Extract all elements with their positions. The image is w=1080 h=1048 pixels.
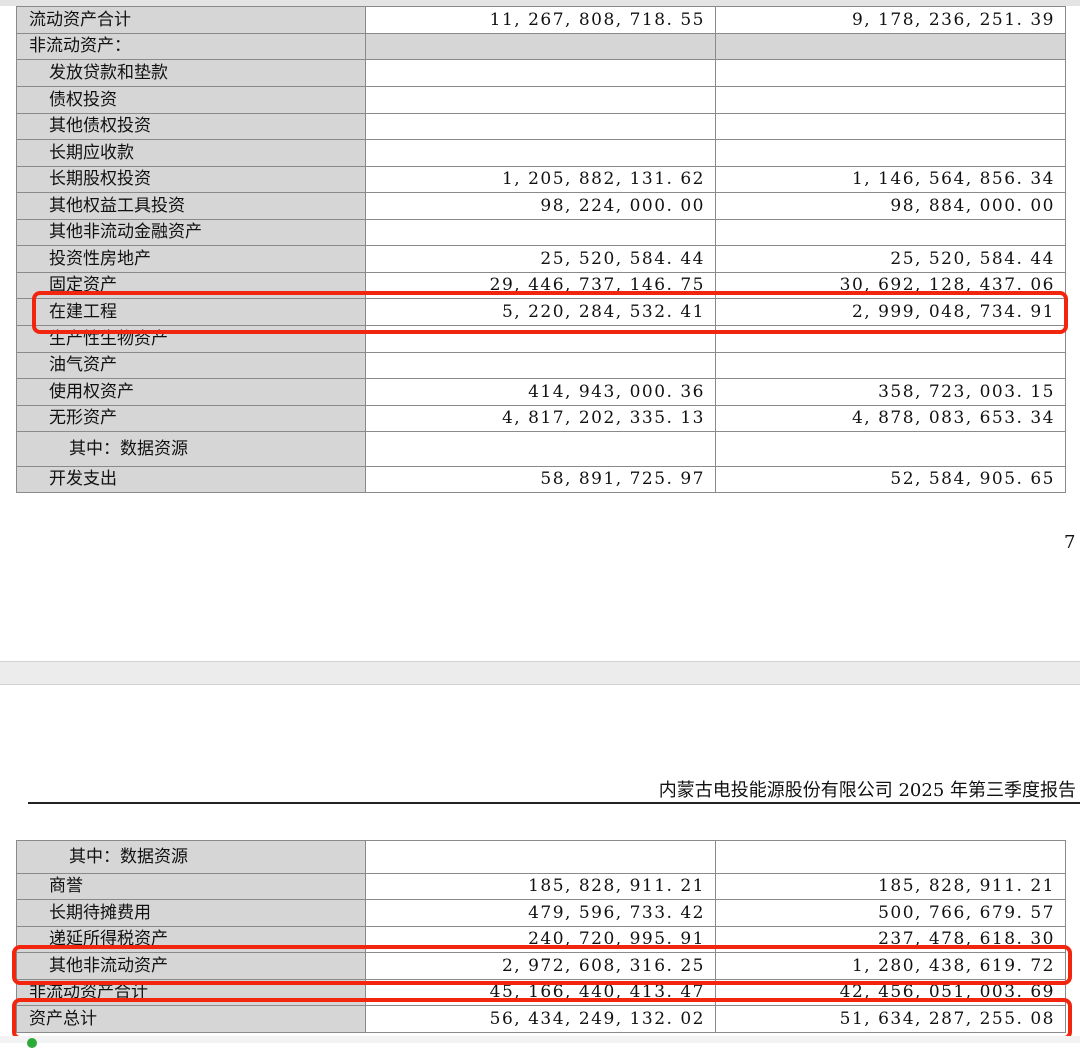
current-period-value (365, 86, 716, 114)
header-rule (28, 802, 1080, 804)
current-period-value (365, 840, 716, 874)
table-row: 使用权资产 414, 943, 000. 36 358, 723, 003. 15 (16, 378, 1066, 406)
table-row: 其他债权投资 (16, 113, 1066, 140)
previous-period-value (715, 431, 1066, 467)
table-row: 无形资产 4, 817, 202, 335. 13 4, 878, 083, 653… (16, 405, 1066, 432)
current-period-value: 11, 267, 808, 718. 55 (365, 6, 716, 34)
current-period-value (365, 59, 716, 87)
row-label: 其中：数据资源 (16, 431, 366, 467)
table-row: 债权投资 (16, 86, 1066, 114)
row-label: 其他非流动金融资产 (16, 219, 366, 246)
highlight-other-non-current-assets (12, 945, 1072, 985)
row-label: 开发支出 (16, 466, 366, 493)
previous-period-value (715, 86, 1066, 114)
current-period-value: 479, 596, 733. 42 (365, 899, 716, 927)
current-period-value: 414, 943, 000. 36 (365, 378, 716, 406)
table-row: 长期待摊费用 479, 596, 733. 42 500, 766, 679. 57 (16, 899, 1066, 927)
current-period-value: 4, 817, 202, 335. 13 (365, 405, 716, 432)
row-label: 商誉 (16, 873, 366, 900)
current-period-value (365, 113, 716, 140)
row-label: 投资性房地产 (16, 245, 366, 273)
row-label: 长期股权投资 (16, 166, 366, 193)
row-label: 长期应收款 (16, 139, 366, 167)
previous-period-value: 1, 146, 564, 856. 34 (715, 166, 1066, 193)
current-period-value (365, 219, 716, 246)
previous-period-value (715, 33, 1066, 60)
previous-period-value: 4, 878, 083, 653. 34 (715, 405, 1066, 432)
previous-period-value: 98, 884, 000. 00 (715, 192, 1066, 220)
row-label: 其他权益工具投资 (16, 192, 366, 220)
row-label: 发放贷款和垫款 (16, 59, 366, 87)
viewer-status-bar (0, 1036, 1080, 1043)
table-row: 发放贷款和垫款 (16, 59, 1066, 87)
row-label: 债权投资 (16, 86, 366, 114)
page-number: 7 (1064, 532, 1076, 553)
current-period-value: 185, 828, 911. 21 (365, 873, 716, 900)
page-break (0, 661, 1080, 685)
previous-period-value: 9, 178, 236, 251. 39 (715, 6, 1066, 34)
row-label: 无形资产 (16, 405, 366, 432)
previous-period-value (715, 139, 1066, 167)
previous-period-value: 52, 584, 905. 65 (715, 466, 1066, 493)
row-label: 使用权资产 (16, 378, 366, 406)
current-period-value: 98, 224, 000. 00 (365, 192, 716, 220)
table-row: 长期股权投资 1, 205, 882, 131. 62 1, 146, 564, 8… (16, 166, 1066, 193)
status-indicator-icon (27, 1038, 37, 1048)
table-row: 流动资产合计 11, 267, 808, 718. 55 9, 178, 236, … (16, 6, 1066, 34)
previous-period-value (715, 840, 1066, 874)
balance-sheet-table-top-body: 流动资产合计 11, 267, 808, 718. 55 9, 178, 236, … (16, 6, 1066, 493)
highlight-construction-in-progress (32, 291, 1068, 334)
row-label: 非流动资产： (16, 33, 366, 60)
previous-period-value (715, 59, 1066, 87)
table-row: 非流动资产： (16, 33, 1066, 60)
current-period-value: 1, 205, 882, 131. 62 (365, 166, 716, 193)
previous-period-value: 500, 766, 679. 57 (715, 899, 1066, 927)
table-row: 其他权益工具投资 98, 224, 000. 00 98, 884, 000. 00 (16, 192, 1066, 220)
previous-period-value: 185, 828, 911. 21 (715, 873, 1066, 900)
balance-sheet-table-top: 流动资产合计 11, 267, 808, 718. 55 9, 178, 236, … (16, 6, 1066, 493)
current-period-value: 58, 891, 725. 97 (365, 466, 716, 493)
table-row: 开发支出 58, 891, 725. 97 52, 584, 905. 65 (16, 466, 1066, 493)
report-running-header: 内蒙古电投能源股份有限公司 2025 年第三季度报告 (658, 780, 1076, 801)
previous-period-value (715, 352, 1066, 379)
current-period-value (365, 352, 716, 379)
current-period-value (365, 33, 716, 60)
highlight-total-assets (12, 998, 1072, 1040)
current-period-value (365, 139, 716, 167)
current-period-value (365, 431, 716, 467)
row-label: 油气资产 (16, 352, 366, 379)
previous-period-value (715, 113, 1066, 140)
table-row: 油气资产 (16, 352, 1066, 379)
row-label: 流动资产合计 (16, 6, 366, 34)
table-row: 长期应收款 (16, 139, 1066, 167)
previous-period-value: 25, 520, 584. 44 (715, 245, 1066, 273)
table-row: 商誉 185, 828, 911. 21 185, 828, 911. 21 (16, 873, 1066, 900)
current-period-value: 25, 520, 584. 44 (365, 245, 716, 273)
previous-period-value: 358, 723, 003. 15 (715, 378, 1066, 406)
table-row: 投资性房地产 25, 520, 584. 44 25, 520, 584. 44 (16, 245, 1066, 273)
table-row: 其中：数据资源 (16, 840, 1066, 874)
row-label: 其他债权投资 (16, 113, 366, 140)
table-row: 其他非流动金融资产 (16, 219, 1066, 246)
row-label: 长期待摊费用 (16, 899, 366, 927)
previous-period-value (715, 219, 1066, 246)
row-label: 其中：数据资源 (16, 840, 366, 874)
table-row: 其中：数据资源 (16, 431, 1066, 467)
